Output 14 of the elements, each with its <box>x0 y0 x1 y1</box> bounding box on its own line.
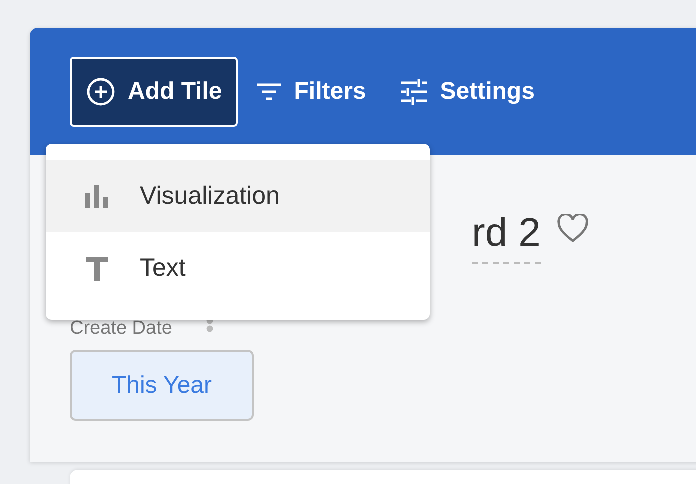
plus-circle-icon <box>86 76 116 106</box>
filter-label: Create Date <box>70 318 172 340</box>
menu-item[interactable]: Text <box>46 232 430 304</box>
menu-item[interactable]: Visualization <box>46 160 430 232</box>
toolbar-button[interactable]: Filters <box>240 56 382 126</box>
bar-chart-icon <box>84 184 110 208</box>
heart-icon[interactable] <box>556 214 589 244</box>
settings-icon <box>400 78 428 104</box>
filter-icon <box>256 82 282 102</box>
dashboard-title: rd 2 <box>472 211 541 264</box>
toolbar-button[interactable]: Add Tile <box>70 56 238 126</box>
filter-value-button[interactable]: This Year <box>70 350 254 421</box>
text-icon <box>84 255 110 281</box>
toolbar-button[interactable]: Settings <box>384 56 551 126</box>
